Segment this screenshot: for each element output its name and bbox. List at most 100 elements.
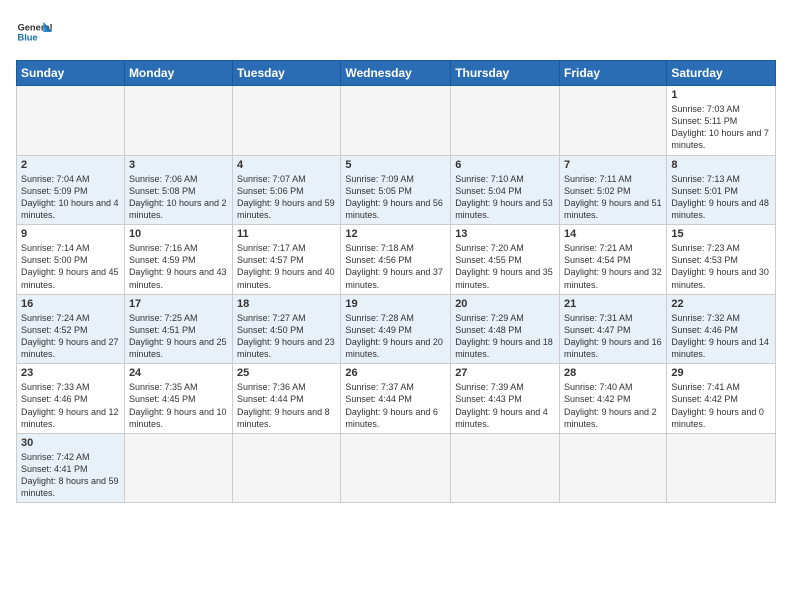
calendar-cell: 19Sunrise: 7:28 AM Sunset: 4:49 PM Dayli…	[341, 294, 451, 364]
day-info: Sunrise: 7:29 AM Sunset: 4:48 PM Dayligh…	[455, 312, 555, 361]
calendar-cell	[560, 433, 667, 503]
day-number: 6	[455, 159, 555, 171]
calendar-cell: 2Sunrise: 7:04 AM Sunset: 5:09 PM Daylig…	[17, 155, 125, 225]
day-number: 9	[21, 228, 120, 240]
day-number: 18	[237, 298, 336, 310]
day-info: Sunrise: 7:04 AM Sunset: 5:09 PM Dayligh…	[21, 173, 120, 222]
day-number: 29	[671, 367, 771, 379]
calendar-table: SundayMondayTuesdayWednesdayThursdayFrid…	[16, 60, 776, 503]
calendar-header-row: SundayMondayTuesdayWednesdayThursdayFrid…	[17, 61, 776, 86]
day-number: 1	[671, 89, 771, 101]
day-info: Sunrise: 7:11 AM Sunset: 5:02 PM Dayligh…	[564, 173, 662, 222]
day-info: Sunrise: 7:06 AM Sunset: 5:08 PM Dayligh…	[129, 173, 228, 222]
day-header-tuesday: Tuesday	[233, 61, 341, 86]
day-number: 10	[129, 228, 228, 240]
calendar-cell: 20 Sunrise: 7:29 AM Sunset: 4:48 PM Dayli…	[451, 294, 560, 364]
day-info: Sunrise: 7:25 AM Sunset: 4:51 PM Dayligh…	[129, 312, 228, 361]
calendar-cell: 4 Sunrise: 7:07 AM Sunset: 5:06 PM Daylig…	[233, 155, 341, 225]
day-number: 17	[129, 298, 228, 310]
calendar-cell: 17 Sunrise: 7:25 AM Sunset: 4:51 PM Dayli…	[124, 294, 232, 364]
calendar-cell: 6 Sunrise: 7:10 AM Sunset: 5:04 PM Daylig…	[451, 155, 560, 225]
calendar-cell: 8 Sunrise: 7:13 AM Sunset: 5:01 PM Daylig…	[667, 155, 776, 225]
day-number: 23	[21, 367, 120, 379]
day-number: 13	[455, 228, 555, 240]
day-number: 7	[564, 159, 662, 171]
calendar-cell: 30 Sunrise: 7:42 AM Sunset: 4:41 PM Dayli…	[17, 433, 125, 503]
calendar-cell: 3Sunrise: 7:06 AM Sunset: 5:08 PM Daylig…	[124, 155, 232, 225]
day-number: 8	[671, 159, 771, 171]
calendar-cell: 1 Sunrise: 7:03 AM Sunset: 5:11 PM Daylig…	[667, 86, 776, 156]
calendar-cell: 12Sunrise: 7:18 AM Sunset: 4:56 PM Dayli…	[341, 225, 451, 295]
day-number: 16	[21, 298, 120, 310]
day-header-saturday: Saturday	[667, 61, 776, 86]
day-number: 22	[671, 298, 771, 310]
calendar-cell: 29 Sunrise: 7:41 AM Sunset: 4:42 PM Dayli…	[667, 364, 776, 434]
calendar-week-row: 1 Sunrise: 7:03 AM Sunset: 5:11 PM Daylig…	[17, 86, 776, 156]
calendar-cell	[233, 433, 341, 503]
day-number: 4	[237, 159, 336, 171]
day-info: Sunrise: 7:24 AM Sunset: 4:52 PM Dayligh…	[21, 312, 120, 361]
calendar-cell	[451, 433, 560, 503]
day-info: Sunrise: 7:36 AM Sunset: 4:44 PM Dayligh…	[237, 381, 336, 430]
day-number: 26	[345, 367, 446, 379]
day-info: Sunrise: 7:18 AM Sunset: 4:56 PM Dayligh…	[345, 242, 446, 291]
day-info: Sunrise: 7:14 AM Sunset: 5:00 PM Dayligh…	[21, 242, 120, 291]
calendar-cell	[124, 86, 232, 156]
day-number: 5	[345, 159, 446, 171]
calendar-cell	[667, 433, 776, 503]
calendar-cell	[124, 433, 232, 503]
day-info: Sunrise: 7:23 AM Sunset: 4:53 PM Dayligh…	[671, 242, 771, 291]
calendar-cell: 13 Sunrise: 7:20 AM Sunset: 4:55 PM Dayli…	[451, 225, 560, 295]
day-info: Sunrise: 7:20 AM Sunset: 4:55 PM Dayligh…	[455, 242, 555, 291]
page-header: General Blue	[16, 16, 776, 52]
day-number: 24	[129, 367, 228, 379]
calendar-week-row: 2Sunrise: 7:04 AM Sunset: 5:09 PM Daylig…	[17, 155, 776, 225]
day-number: 20	[455, 298, 555, 310]
day-info: Sunrise: 7:35 AM Sunset: 4:45 PM Dayligh…	[129, 381, 228, 430]
calendar-week-row: 16 Sunrise: 7:24 AM Sunset: 4:52 PM Dayli…	[17, 294, 776, 364]
day-info: Sunrise: 7:09 AM Sunset: 5:05 PM Dayligh…	[345, 173, 446, 222]
day-number: 30	[21, 437, 120, 449]
day-info: Sunrise: 7:39 AM Sunset: 4:43 PM Dayligh…	[455, 381, 555, 430]
calendar-cell: 10 Sunrise: 7:16 AM Sunset: 4:59 PM Dayli…	[124, 225, 232, 295]
calendar-week-row: 30 Sunrise: 7:42 AM Sunset: 4:41 PM Dayli…	[17, 433, 776, 503]
day-header-sunday: Sunday	[17, 61, 125, 86]
day-info: Sunrise: 7:07 AM Sunset: 5:06 PM Dayligh…	[237, 173, 336, 222]
calendar-cell: 7 Sunrise: 7:11 AM Sunset: 5:02 PM Daylig…	[560, 155, 667, 225]
day-info: Sunrise: 7:42 AM Sunset: 4:41 PM Dayligh…	[21, 451, 120, 500]
svg-text:Blue: Blue	[17, 32, 37, 42]
generalblue-logo-icon: General Blue	[16, 16, 52, 52]
day-info: Sunrise: 7:10 AM Sunset: 5:04 PM Dayligh…	[455, 173, 555, 222]
calendar-cell: 26 Sunrise: 7:37 AM Sunset: 4:44 PM Dayli…	[341, 364, 451, 434]
calendar-cell	[233, 86, 341, 156]
calendar-cell: 11Sunrise: 7:17 AM Sunset: 4:57 PM Dayli…	[233, 225, 341, 295]
day-number: 27	[455, 367, 555, 379]
day-info: Sunrise: 7:16 AM Sunset: 4:59 PM Dayligh…	[129, 242, 228, 291]
calendar-cell: 21Sunrise: 7:31 AM Sunset: 4:47 PM Dayli…	[560, 294, 667, 364]
day-number: 14	[564, 228, 662, 240]
calendar-cell: 9 Sunrise: 7:14 AM Sunset: 5:00 PM Daylig…	[17, 225, 125, 295]
day-info: Sunrise: 7:40 AM Sunset: 4:42 PM Dayligh…	[564, 381, 662, 430]
day-number: 19	[345, 298, 446, 310]
calendar-week-row: 9 Sunrise: 7:14 AM Sunset: 5:00 PM Daylig…	[17, 225, 776, 295]
calendar-cell	[17, 86, 125, 156]
day-info: Sunrise: 7:03 AM Sunset: 5:11 PM Dayligh…	[671, 103, 771, 152]
calendar-cell: 24 Sunrise: 7:35 AM Sunset: 4:45 PM Dayli…	[124, 364, 232, 434]
calendar-cell: 27 Sunrise: 7:39 AM Sunset: 4:43 PM Dayli…	[451, 364, 560, 434]
calendar-cell: 18Sunrise: 7:27 AM Sunset: 4:50 PM Dayli…	[233, 294, 341, 364]
day-header-thursday: Thursday	[451, 61, 560, 86]
day-number: 21	[564, 298, 662, 310]
day-info: Sunrise: 7:41 AM Sunset: 4:42 PM Dayligh…	[671, 381, 771, 430]
calendar-cell	[341, 86, 451, 156]
day-number: 28	[564, 367, 662, 379]
day-number: 25	[237, 367, 336, 379]
calendar-cell: 22Sunrise: 7:32 AM Sunset: 4:46 PM Dayli…	[667, 294, 776, 364]
day-info: Sunrise: 7:37 AM Sunset: 4:44 PM Dayligh…	[345, 381, 446, 430]
day-info: Sunrise: 7:13 AM Sunset: 5:01 PM Dayligh…	[671, 173, 771, 222]
day-number: 15	[671, 228, 771, 240]
calendar-cell: 15 Sunrise: 7:23 AM Sunset: 4:53 PM Dayli…	[667, 225, 776, 295]
day-header-wednesday: Wednesday	[341, 61, 451, 86]
calendar-cell	[560, 86, 667, 156]
calendar-cell: 5 Sunrise: 7:09 AM Sunset: 5:05 PM Daylig…	[341, 155, 451, 225]
calendar-cell: 25 Sunrise: 7:36 AM Sunset: 4:44 PM Dayli…	[233, 364, 341, 434]
